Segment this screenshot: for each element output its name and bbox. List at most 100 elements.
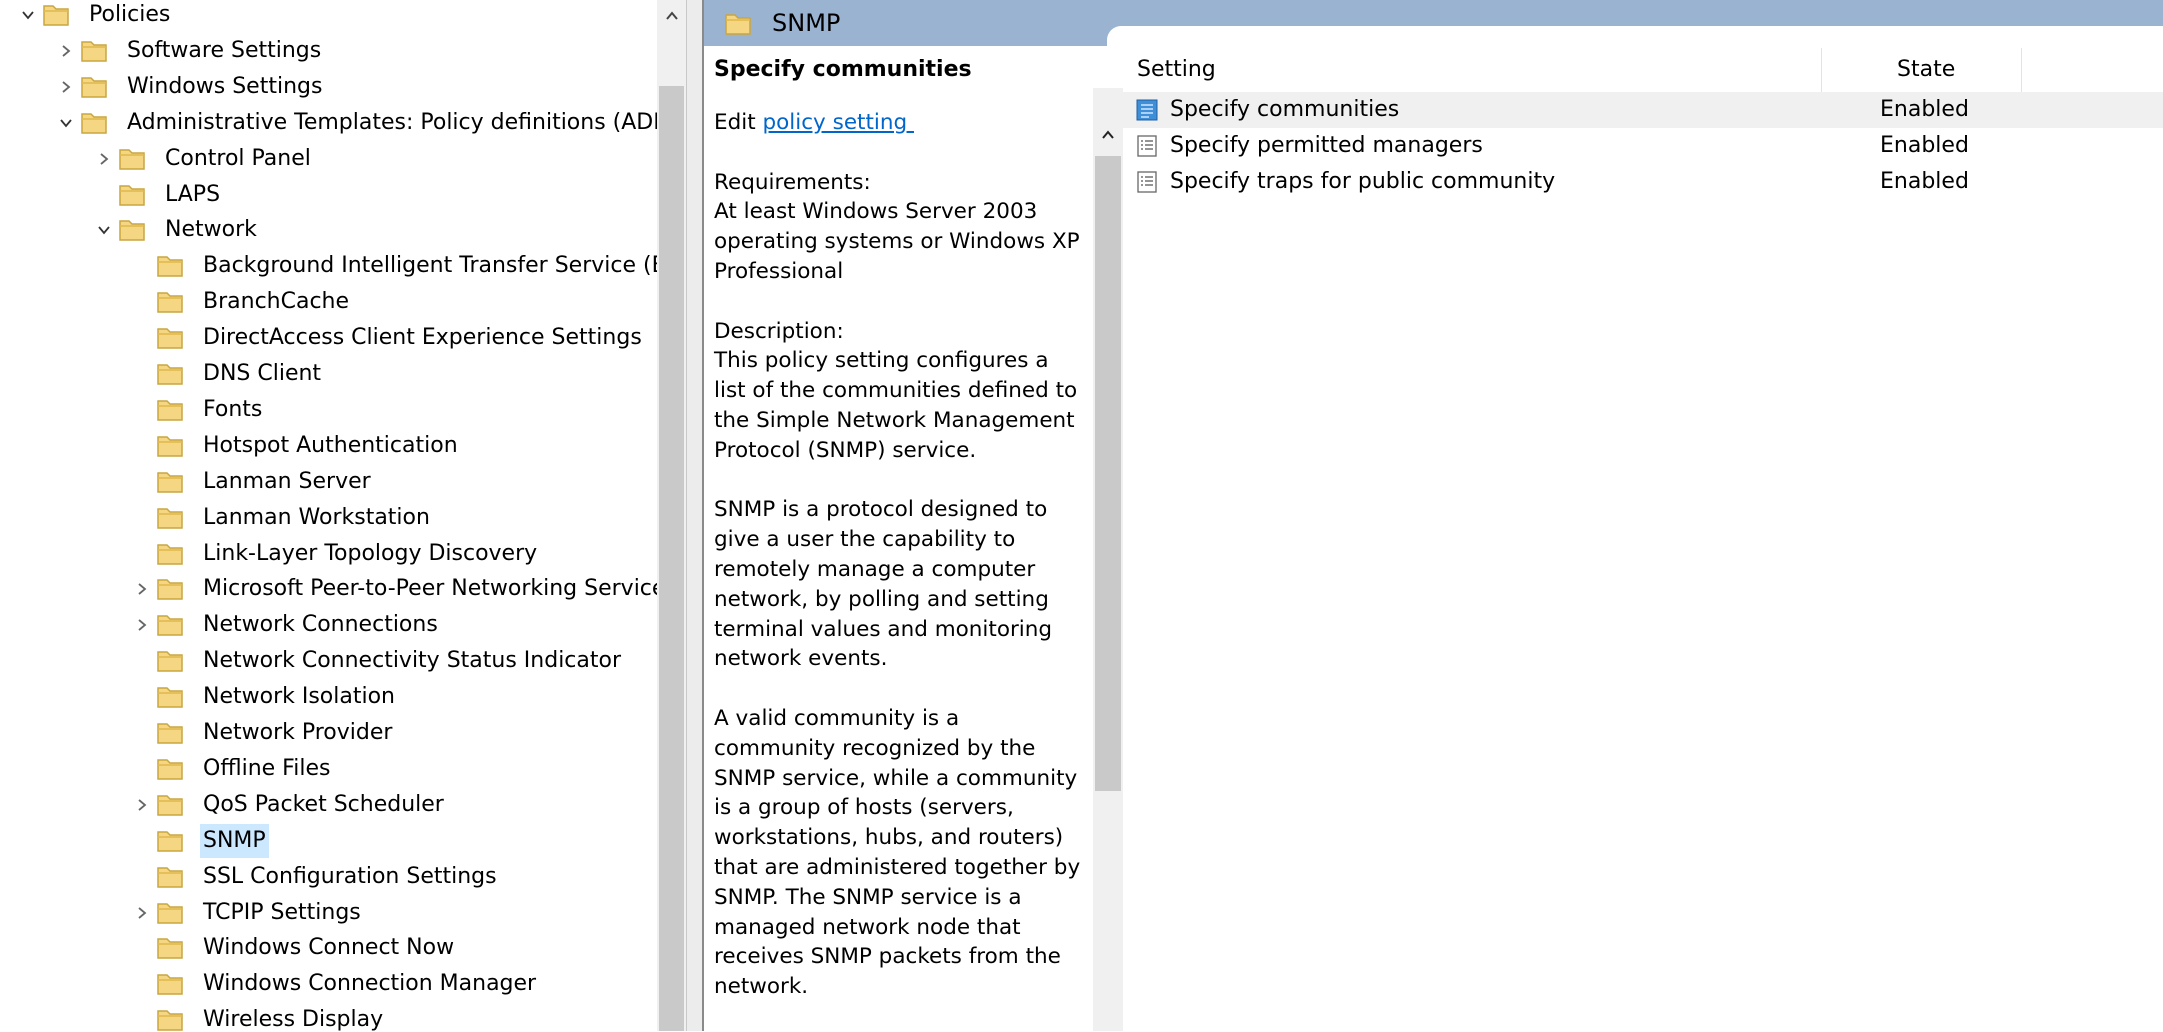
tree-item[interactable]: Offline Files (0, 751, 657, 787)
column-divider[interactable] (2021, 48, 2022, 94)
folder-icon (156, 288, 184, 314)
folder-icon (156, 396, 184, 422)
tree-item[interactable]: Network Connectivity Status Indicator (0, 643, 657, 679)
description-text: Description: This policy setting configu… (714, 318, 1078, 463)
tree-item-label: Software Settings (127, 37, 322, 63)
tree-item[interactable]: DirectAccess Client Experience Settings (0, 320, 657, 356)
list-tab-edge (1107, 26, 2163, 48)
scroll-up-arrow-icon[interactable] (1093, 120, 1123, 150)
tree-scrollbar-thumb[interactable] (659, 86, 684, 1031)
tree-item-label: Windows Settings (127, 73, 323, 99)
settings-list: Setting State Specify communities Enabled… (1123, 48, 2163, 1031)
tree-item[interactable]: Policies (0, 0, 657, 33)
tree-item[interactable]: DNS Client (0, 356, 657, 392)
folder-icon (118, 216, 146, 242)
tree-item[interactable]: Microsoft Peer-to-Peer Networking Servic… (0, 571, 665, 607)
tree-item[interactable]: Network Connections (0, 607, 657, 643)
tree-item[interactable]: Wireless Display (0, 1002, 657, 1031)
edit-policy-setting-link[interactable]: policy setting (762, 110, 914, 135)
chevron-right-icon[interactable] (56, 77, 76, 97)
tree-item-label: DNS Client (203, 361, 322, 386)
tree-item[interactable]: Windows Connect Now (0, 930, 657, 966)
chevron-down-icon[interactable] (18, 5, 38, 25)
folder-icon (156, 575, 184, 601)
navigation-tree-pane: Policies Software Settings Windows Setting… (0, 0, 686, 1031)
edit-prefix: Edit (714, 110, 763, 135)
folder-icon (156, 755, 184, 781)
community-text: A valid community is a community recogni… (714, 705, 1088, 1000)
chevron-right-icon[interactable] (132, 795, 152, 815)
folder-icon (156, 540, 184, 566)
tree-item[interactable]: Administrative Templates: Policy definit… (0, 105, 672, 141)
folder-icon (156, 432, 184, 458)
tree-item-label: Background Intelligent Transfer Service … (203, 253, 686, 279)
pane-splitter[interactable] (686, 0, 704, 1031)
settings-row[interactable]: Specify traps for public community Enable… (1123, 164, 2163, 200)
tree-item[interactable]: Windows Connection Manager (0, 966, 657, 1002)
tree-item[interactable]: BranchCache (0, 284, 657, 320)
description-vertical-scrollbar[interactable] (1093, 88, 1123, 1031)
setting-name: Specify traps for public community (1170, 169, 1556, 194)
policy-setting-icon (1135, 134, 1159, 158)
tree-item[interactable]: Control Panel (0, 141, 657, 177)
list-column-headers: Setting State (1123, 48, 2163, 94)
tree-item[interactable]: Fonts (0, 392, 657, 428)
description-scrollbar-thumb[interactable] (1095, 156, 1121, 791)
chevron-right-icon[interactable] (132, 579, 152, 599)
chevron-down-icon[interactable] (56, 113, 76, 133)
tree-item[interactable]: QoS Packet Scheduler (0, 787, 657, 823)
tree-item[interactable]: Link-Layer Topology Discovery (0, 536, 657, 572)
chevron-down-icon[interactable] (94, 220, 114, 240)
folder-icon (156, 468, 184, 494)
chevron-right-icon[interactable] (132, 903, 152, 923)
tree-item[interactable]: SNMP (0, 823, 657, 859)
snmp-protocol-text: SNMP is a protocol designed to give a us… (714, 497, 1059, 672)
tree-vertical-scrollbar[interactable] (657, 0, 686, 1031)
tree-item-label: Lanman Workstation (203, 504, 430, 530)
tree-item[interactable]: Lanman Workstation (0, 500, 657, 536)
tree-item[interactable]: LAPS (0, 177, 657, 213)
tree-item-label: Windows Connection Manager (203, 971, 537, 997)
chevron-right-icon[interactable] (56, 41, 76, 61)
folder-icon (156, 827, 184, 853)
tree-item-label: SSL Configuration Settings (203, 863, 497, 889)
setting-state: Enabled (1880, 97, 1969, 122)
policy-title: Specify communities (714, 57, 972, 82)
tree-item[interactable]: Lanman Server (0, 464, 657, 500)
tree-item[interactable]: Software Settings (0, 33, 657, 69)
chevron-right-icon[interactable] (132, 615, 152, 635)
column-header-state[interactable]: State (1897, 48, 1955, 92)
tree-item-label: Network Isolation (203, 684, 395, 710)
tree-item[interactable]: SSL Configuration Settings (0, 859, 657, 895)
details-header-title: SNMP (772, 9, 841, 37)
settings-row[interactable]: Specify permitted managers Enabled (1123, 128, 2163, 164)
tree-item[interactable]: Network Isolation (0, 679, 657, 715)
setting-name: Specify permitted managers (1170, 133, 1483, 158)
chevron-right-icon[interactable] (94, 149, 114, 169)
tree-item[interactable]: Hotspot Authentication (0, 428, 657, 464)
tree-item[interactable]: Windows Settings (0, 69, 657, 105)
tree-item-label: Network Provider (203, 720, 393, 745)
folder-icon (156, 719, 184, 745)
folder-icon (42, 1, 70, 27)
tree-item-label: Fonts (203, 396, 263, 422)
tree-item[interactable]: Background Intelligent Transfer Service … (0, 248, 686, 284)
folder-icon (156, 899, 184, 925)
folder-icon (156, 1006, 184, 1031)
folder-icon (156, 791, 184, 817)
tree-item[interactable]: Network (0, 212, 657, 248)
folder-icon (80, 109, 108, 135)
column-header-setting[interactable]: Setting (1137, 48, 1216, 92)
column-divider[interactable] (1821, 48, 1822, 94)
tree-item[interactable]: TCPIP Settings (0, 895, 657, 931)
settings-row[interactable]: Specify communities Enabled (1123, 92, 2163, 128)
setting-state: Enabled (1880, 133, 1969, 158)
tree-item-label: BranchCache (203, 289, 350, 315)
scroll-up-arrow-icon[interactable] (657, 0, 686, 32)
policy-setting-selected-icon (1135, 98, 1159, 122)
tree-item[interactable]: Network Provider (0, 715, 657, 751)
setting-name: Specify communities (1170, 97, 1400, 122)
folder-icon (156, 863, 184, 889)
tree-item-label: Administrative Templates: Policy definit… (127, 109, 673, 135)
folder-icon (118, 145, 146, 171)
